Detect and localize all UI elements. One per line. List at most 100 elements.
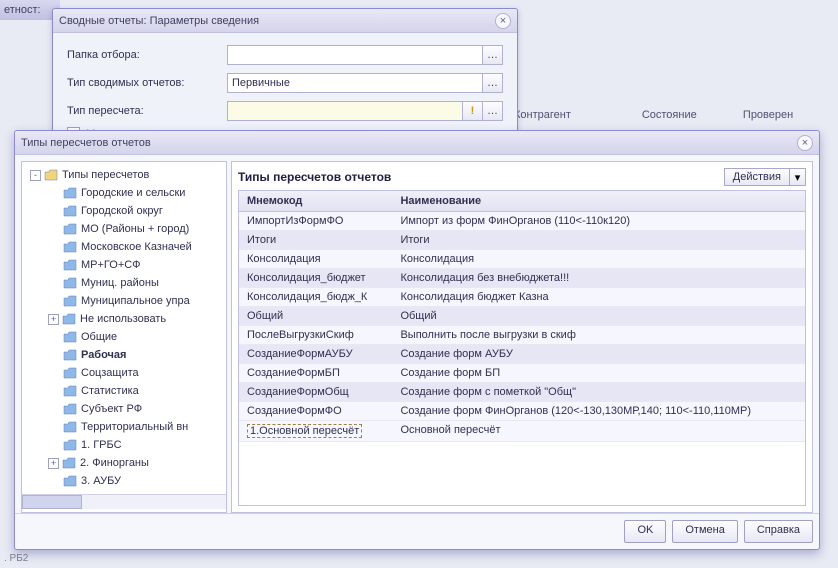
tree-item[interactable]: Муниципальное упра [24, 292, 224, 310]
tree-item[interactable]: МР+ГО+СФ [24, 256, 224, 274]
tree-item[interactable]: Субъект РФ [24, 400, 224, 418]
folder-browse-button[interactable]: … [483, 45, 503, 65]
types-dialog-titlebar[interactable]: Типы пересчетов отчетов × [15, 131, 819, 155]
cell-mnemocode: Консолидация_бюджет [239, 269, 392, 288]
close-icon[interactable]: × [797, 135, 813, 151]
table-row[interactable]: СозданиеФормОбщСоздание форм с пометкой … [239, 383, 805, 402]
folder-icon [63, 205, 77, 217]
tree-item[interactable]: МО (Районы + город) [24, 220, 224, 238]
tree-item-label: Соцзащита [81, 367, 139, 379]
cell-name: Создание форм БП [392, 364, 805, 383]
tree-item[interactable]: 1. ГРБС [24, 436, 224, 454]
tree-item[interactable]: 3. АУБУ [24, 472, 224, 490]
tree-item-label: Статистика [81, 385, 139, 397]
dialog-button-bar: OK Отмена Справка [15, 513, 819, 549]
tree-item[interactable]: + Не использовать [24, 310, 224, 328]
table-row[interactable]: СозданиеФормБПСоздание форм БП [239, 364, 805, 383]
tree-item[interactable]: Статистика [24, 382, 224, 400]
folder-icon [44, 169, 58, 181]
cell-mnemocode: ИмпортИзФормФО [239, 212, 392, 231]
folder-icon [62, 313, 76, 325]
folder-icon [63, 277, 77, 289]
table-row[interactable]: Консолидация_бюдж_ККонсолидация бюджет К… [239, 288, 805, 307]
folder-icon [63, 349, 77, 361]
tree-item-label: Муниц. районы [81, 277, 159, 289]
table-row[interactable]: КонсолидацияКонсолидация [239, 250, 805, 269]
folder-icon [63, 385, 77, 397]
tree-item-label: Рабочая [81, 349, 126, 361]
expand-icon[interactable]: + [48, 458, 59, 469]
tree-root[interactable]: - Типы пересчетов [24, 166, 224, 184]
tree-panel: - Типы пересчетов Городские и сельскиГород… [21, 161, 227, 513]
col-name[interactable]: Наименование [392, 191, 805, 212]
folder-icon [62, 457, 76, 469]
types-dialog-title: Типы пересчетов отчетов [21, 137, 151, 149]
report-type-label: Тип сводимых отчетов: [67, 77, 227, 89]
cell-name: Выполнить после выгрузки в скиф [392, 326, 805, 345]
folder-icon [63, 187, 77, 199]
collapse-icon[interactable]: - [30, 170, 41, 181]
report-type-browse-button[interactable]: … [483, 73, 503, 93]
expand-icon[interactable]: + [48, 314, 59, 325]
cell-name: Создание форм ФинОрганов (120<-130,130МР… [392, 402, 805, 421]
col-mnemocode[interactable]: Мнемокод [239, 191, 392, 212]
folder-icon [63, 439, 77, 451]
table-row[interactable]: ИмпортИзФормФОИмпорт из форм ФинОрганов … [239, 212, 805, 231]
tree-item[interactable]: Городской округ [24, 202, 224, 220]
table-row[interactable]: СозданиеФормАУБУСоздание форм АУБУ [239, 345, 805, 364]
cell-mnemocode: СозданиеФормОбщ [239, 383, 392, 402]
bg-bottom-frag: . РБ2 [4, 553, 28, 564]
cancel-button[interactable]: Отмена [672, 520, 737, 543]
cell-name: Создание форм с пометкой "Общ" [392, 383, 805, 402]
folder-icon [63, 421, 77, 433]
tree-item[interactable]: Соцзащита [24, 364, 224, 382]
tree-item[interactable]: Городские и сельски [24, 184, 224, 202]
folder-icon [63, 295, 77, 307]
close-icon[interactable]: × [495, 13, 511, 29]
params-dialog-titlebar[interactable]: Сводные отчеты: Параметры сведения × [53, 9, 517, 33]
tree-item-label: Субъект РФ [81, 403, 142, 415]
folder-icon [63, 475, 77, 487]
cell-mnemocode: Консолидация_бюдж_К [239, 288, 392, 307]
table-row[interactable]: СозданиеФормФОСоздание форм ФинОрганов (… [239, 402, 805, 421]
tree-item[interactable]: Московское Казначей [24, 238, 224, 256]
tree-item[interactable]: Территориальный вн [24, 418, 224, 436]
tree-item-label: Московское Казначей [81, 241, 192, 253]
cell-mnemocode: Общий [239, 307, 392, 326]
ok-button[interactable]: OK [624, 520, 666, 543]
table-row[interactable]: 1.Основной пересчётОсновной пересчёт [239, 421, 805, 442]
help-button[interactable]: Справка [744, 520, 813, 543]
tree-item[interactable]: Общие [24, 328, 224, 346]
cell-name: Консолидация [392, 250, 805, 269]
cell-mnemocode: СозданиеФормФО [239, 402, 392, 421]
table-row[interactable]: ПослеВыгрузкиСкифВыполнить после выгрузк… [239, 326, 805, 345]
table-row[interactable]: ИтогиИтоги [239, 231, 805, 250]
tree-item[interactable]: +2. Финорганы [24, 454, 224, 472]
cell-name: Создание форм АУБУ [392, 345, 805, 364]
tree-item-label: Не использовать [80, 313, 166, 325]
recalc-type-input[interactable] [227, 101, 463, 121]
bg-columns: Контрагент Состояние Проверен [508, 100, 838, 130]
report-type-input[interactable] [227, 73, 483, 93]
actions-button[interactable]: Действия ▾ [724, 168, 806, 186]
folder-icon [63, 223, 77, 235]
cell-mnemocode: Консолидация [239, 250, 392, 269]
folder-input[interactable] [227, 45, 483, 65]
panel-title: Типы пересчетов отчетов [238, 170, 391, 184]
tree-item-label: Типы пересчетов [62, 169, 149, 181]
folder-icon [63, 367, 77, 379]
cell-mnemocode: СозданиеФормБП [239, 364, 392, 383]
recalc-table: Мнемокод Наименование ИмпортИзФормФОИмпо… [239, 191, 805, 442]
table-row[interactable]: Консолидация_бюджетКонсолидация без внеб… [239, 269, 805, 288]
tree-item[interactable]: Рабочая [24, 346, 224, 364]
tree-item-label: 3. АУБУ [81, 475, 121, 487]
tree-item[interactable]: Муниц. районы [24, 274, 224, 292]
folder-icon [63, 403, 77, 415]
warning-icon[interactable]: ! [463, 101, 483, 121]
table-row[interactable]: ОбщийОбщий [239, 307, 805, 326]
chevron-down-icon[interactable]: ▾ [790, 168, 806, 186]
tree-hscrollbar[interactable] [22, 494, 226, 509]
tree-item-label: Муниципальное упра [81, 295, 190, 307]
recalc-browse-button[interactable]: … [483, 101, 503, 121]
tree-item-label: 1. ГРБС [81, 439, 122, 451]
